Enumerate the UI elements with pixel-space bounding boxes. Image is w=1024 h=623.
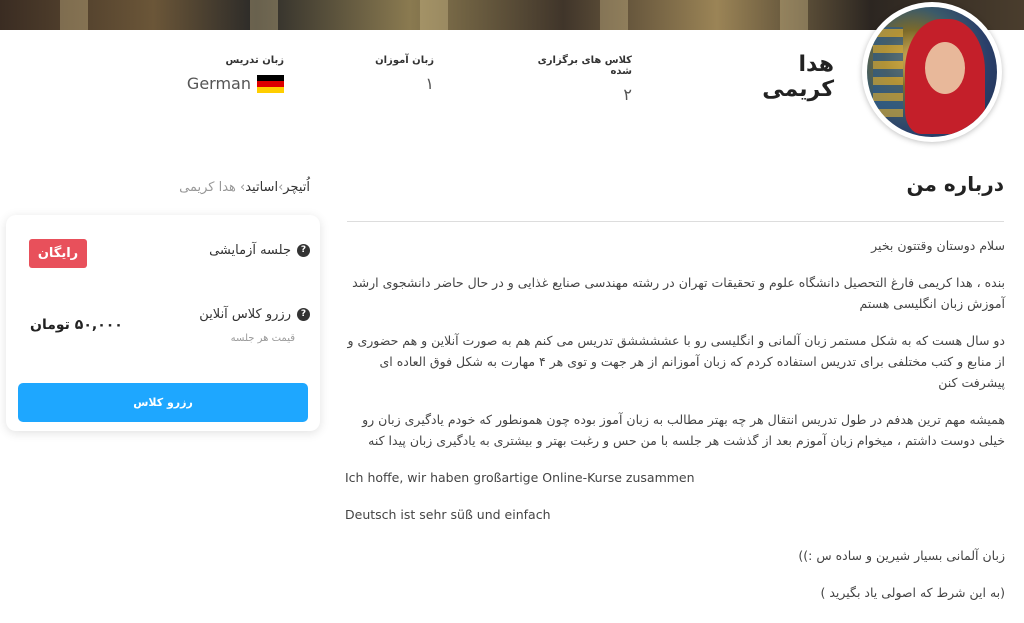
breadcrumb-section[interactable]: اساتید (245, 180, 278, 195)
about-text: سلام دوستان وقتتون بخیر بنده ، هدا کریمی… (345, 235, 1005, 619)
breadcrumb-current: هدا کریمی (179, 180, 236, 195)
free-badge: رایگان (29, 239, 87, 268)
about-paragraph: Ich hoffe, wir haben großartige Online-K… (345, 470, 695, 485)
online-class-label: ? رزرو کلاس آنلاین (199, 307, 310, 322)
stat-students: زبان آموزان ۱ (360, 55, 434, 93)
about-paragraph: سلام دوستان وقتتون بخیر (871, 238, 1005, 253)
booking-card: ? جلسه آزمایشی رایگان ? رزرو کلاس آنلاین… (6, 215, 320, 431)
about-paragraph: زبان آلمانی بسیار شیرین و ساده س :)) (798, 548, 1005, 563)
teacher-avatar (862, 2, 1002, 142)
stat-language-text: German (186, 74, 251, 93)
breadcrumb: اُتیچر›اساتید› هدا کریمی (170, 180, 310, 195)
about-paragraph: همیشه مهم ترین هدفم در طول تدریس انتقال … (362, 412, 1005, 448)
question-circle-icon[interactable]: ? (297, 244, 310, 257)
about-paragraph: دو سال هست که به شکل مستمر زبان آلمانی و… (347, 333, 1005, 390)
about-title: درباره من (906, 172, 1004, 196)
session-price: ۵۰,۰۰۰ تومان (30, 317, 123, 333)
about-paragraph: Deutsch ist sehr süß und einfach (345, 507, 551, 522)
about-paragraph: بنده ، هدا کریمی فارغ التحصیل دانشگاه عل… (352, 275, 1005, 311)
stat-language: زبان تدریس German (180, 55, 284, 93)
stat-students-label: زبان آموزان (375, 55, 434, 66)
stat-language-value: German (180, 74, 284, 93)
breadcrumb-home[interactable]: اُتیچر (283, 180, 310, 195)
stat-classes: کلاس های برگزاری شده ۲ (520, 55, 632, 104)
stat-classes-label: کلاس های برگزاری شده (537, 55, 632, 77)
trial-session-text: جلسه آزمایشی (209, 243, 291, 258)
question-circle-icon[interactable]: ? (297, 308, 310, 321)
stat-language-label: زبان تدریس (225, 55, 284, 66)
book-class-button[interactable]: رزرو کلاس (18, 383, 308, 422)
online-class-text: رزرو کلاس آنلاین (199, 307, 291, 322)
price-note: قیمت هر جلسه (230, 333, 295, 344)
about-paragraph: (به این شرط که اصولی یاد بگیرید ) (820, 585, 1005, 600)
divider (347, 221, 1004, 222)
germany-flag-icon (257, 74, 284, 93)
stat-students-value: ۱ (425, 74, 434, 93)
trial-session-label: ? جلسه آزمایشی (209, 243, 310, 258)
teacher-name: هدا کریمی (762, 52, 834, 102)
header-banner (0, 0, 1024, 30)
stat-classes-value: ۲ (623, 85, 632, 104)
